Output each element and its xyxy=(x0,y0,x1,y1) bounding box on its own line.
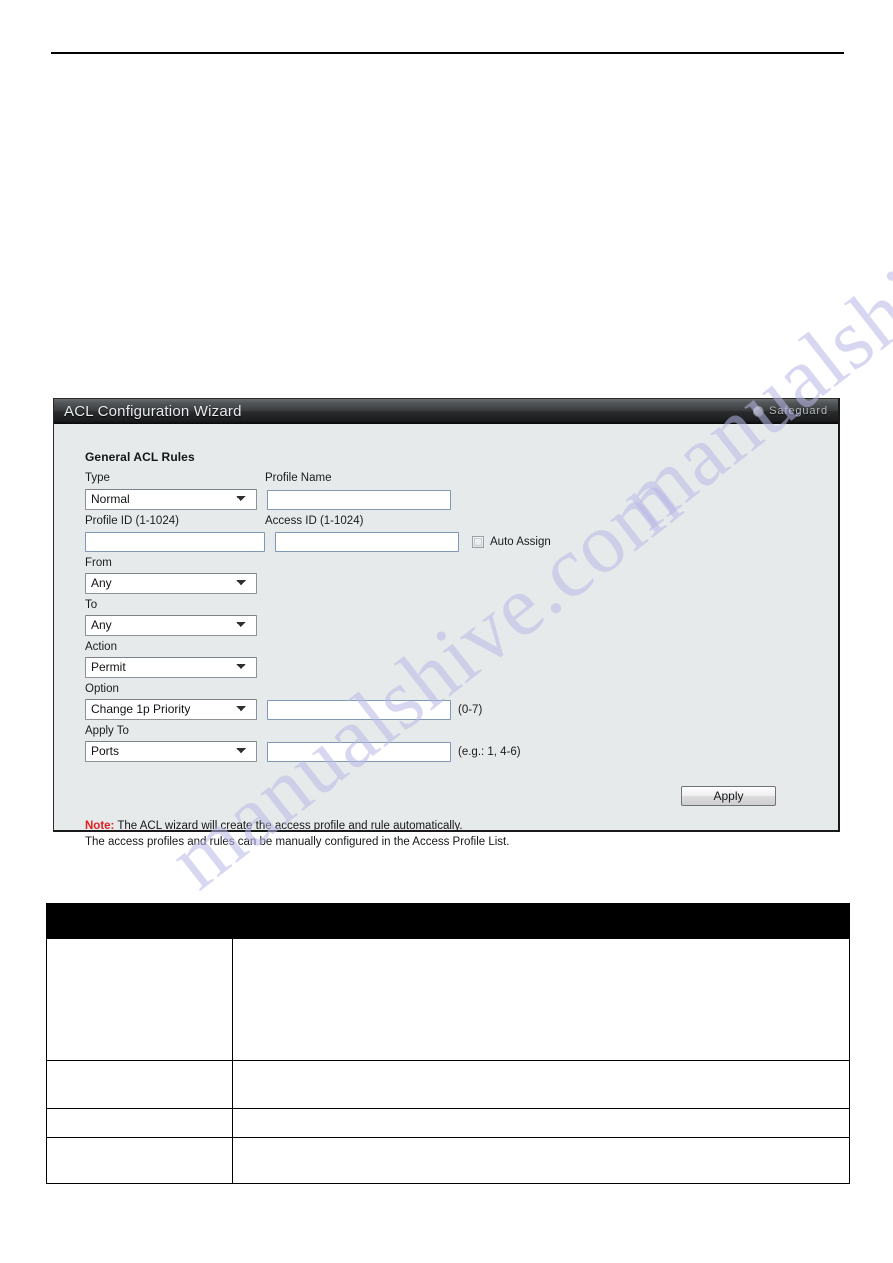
profile-name-input[interactable] xyxy=(267,489,451,510)
auto-assign-checkbox[interactable]: Auto Assign xyxy=(472,536,551,548)
parameter-description-table xyxy=(46,903,850,1184)
from-label: From xyxy=(85,557,112,569)
option-hint: (0-7) xyxy=(458,703,483,716)
access-id-input[interactable] xyxy=(275,532,459,552)
table-row xyxy=(46,938,850,1061)
section-title: General ACL Rules xyxy=(85,450,195,464)
option-value-input[interactable] xyxy=(267,699,451,720)
apply-to-hint: (e.g.: 1, 4-6) xyxy=(458,745,521,758)
note-line-1: Note: The ACL wizard will create the acc… xyxy=(85,818,509,834)
type-label: Type xyxy=(85,472,110,484)
apply-button[interactable]: Apply xyxy=(681,786,776,806)
from-select[interactable]: Any xyxy=(85,573,257,594)
page-header-rule xyxy=(51,52,844,54)
acl-configuration-wizard-panel: ACL Configuration Wizard Safeguard Gener… xyxy=(53,398,840,848)
note-prefix: Note: xyxy=(85,820,115,832)
panel-header: ACL Configuration Wizard Safeguard xyxy=(54,399,838,424)
to-select[interactable]: Any xyxy=(85,615,257,636)
note-block: Note: The ACL wizard will create the acc… xyxy=(85,818,509,850)
table-header-cell xyxy=(46,903,233,939)
table-row xyxy=(46,1137,850,1184)
safeguard-brand: Safeguard xyxy=(753,405,832,417)
type-select[interactable]: Normal xyxy=(85,489,257,510)
table-cell-description xyxy=(232,1137,850,1184)
table-cell-description xyxy=(232,1108,850,1138)
apply-to-value-input[interactable] xyxy=(267,741,451,762)
general-acl-rules-form: General ACL Rules Type Profile Name Norm… xyxy=(54,424,838,848)
note-line-2: The access profiles and rules can be man… xyxy=(85,836,510,848)
safeguard-label: Safeguard xyxy=(769,405,828,417)
table-cell-description xyxy=(232,1060,850,1109)
table-row xyxy=(46,1108,850,1138)
apply-to-label: Apply To xyxy=(85,725,129,737)
safeguard-circle-icon xyxy=(753,405,765,417)
profile-name-label: Profile Name xyxy=(265,472,332,484)
note-text-1: The ACL wizard will create the access pr… xyxy=(114,820,463,832)
action-select[interactable]: Permit xyxy=(85,657,257,678)
table-cell-parameter xyxy=(46,1108,233,1138)
table-header-row xyxy=(46,903,850,939)
action-label: Action xyxy=(85,641,117,653)
table-row xyxy=(46,1060,850,1109)
profile-id-input[interactable] xyxy=(85,532,265,552)
page-title: ACL Configuration Wizard xyxy=(64,402,242,420)
table-cell-parameter xyxy=(46,1060,233,1109)
option-label: Option xyxy=(85,683,119,695)
table-cell-description xyxy=(232,938,850,1061)
apply-button-container: Apply xyxy=(681,786,776,806)
option-select[interactable]: Change 1p Priority xyxy=(85,699,257,720)
to-label: To xyxy=(85,599,98,611)
table-header-cell xyxy=(232,903,850,939)
checkbox-box-icon[interactable] xyxy=(472,536,484,548)
profile-id-label: Profile ID (1-1024) xyxy=(85,515,179,527)
table-cell-parameter xyxy=(46,938,233,1061)
apply-to-select[interactable]: Ports xyxy=(85,741,257,762)
access-id-label: Access ID (1-1024) xyxy=(265,515,364,527)
table-cell-parameter xyxy=(46,1137,233,1184)
auto-assign-label: Auto Assign xyxy=(490,536,551,548)
